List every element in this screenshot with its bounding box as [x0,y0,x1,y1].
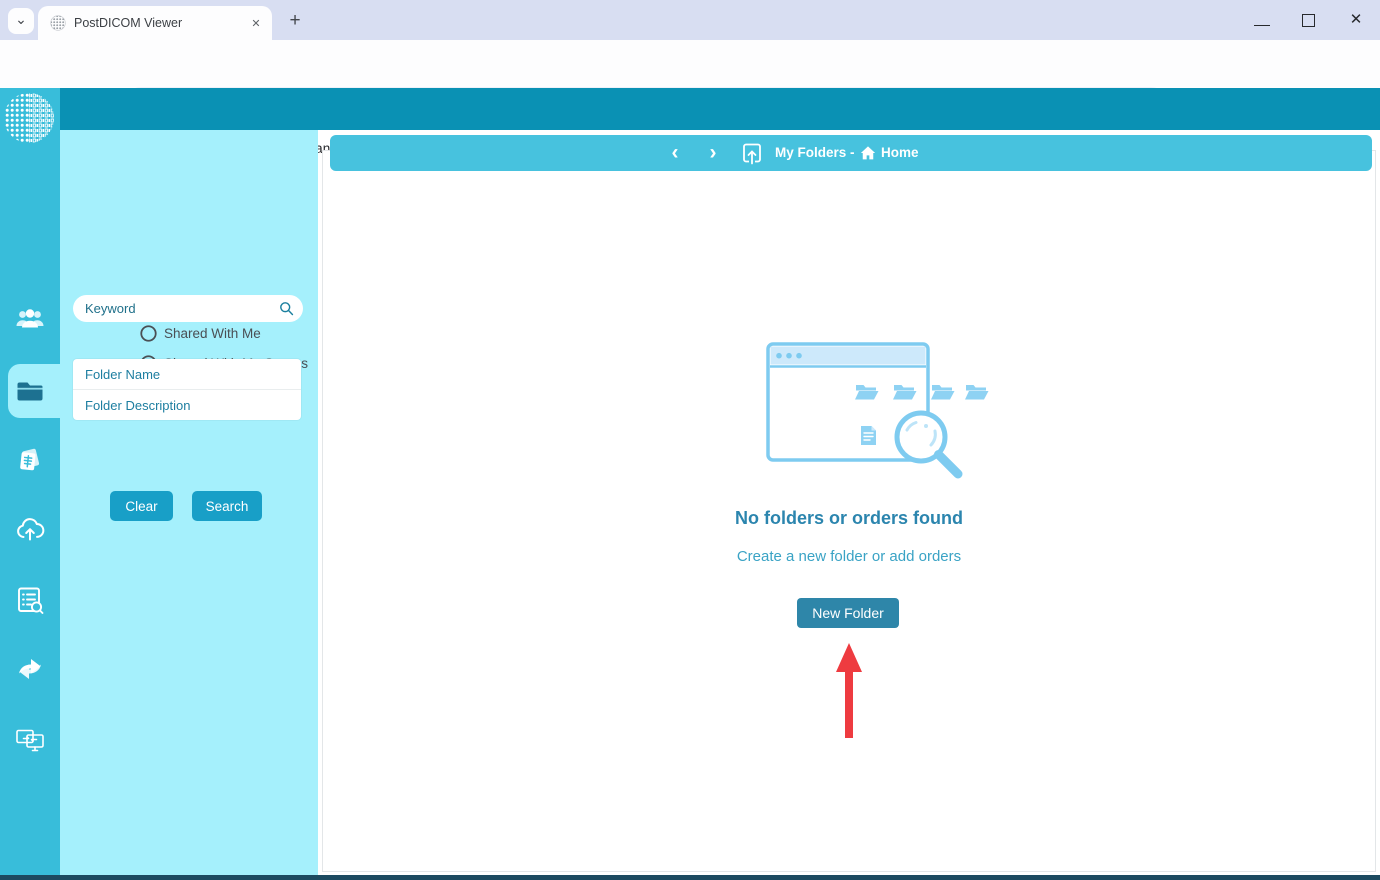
move-up-folder-icon[interactable] [740,141,764,165]
imaging-studies-icon[interactable] [14,444,46,476]
cloud-upload-icon[interactable] [14,513,46,545]
search-icon[interactable] [278,300,295,317]
browser-tab[interactable]: PostDICOM Viewer ✕ [38,6,272,40]
folder-filter-fields [73,359,301,420]
document-glyph [861,426,876,445]
search-button[interactable]: Search [192,491,262,521]
empty-state-subtitle: Create a new folder or add orders [322,548,1376,565]
empty-folders-illustration [766,338,994,488]
magnifier-glyph [897,413,958,474]
order-search-icon[interactable] [14,584,46,616]
breadcrumb-path[interactable]: My Folders - [775,145,855,160]
empty-state-title: No folders or orders found [322,508,1376,529]
postdicom-favicon [50,15,66,31]
share-sync-icon[interactable] [14,653,46,685]
app-header: postDICOM Folders [0,88,1380,130]
app-bottom-border [0,875,1380,880]
home-icon[interactable] [859,144,877,162]
patients-group-icon[interactable] [14,302,46,334]
filter-shared-with-me[interactable]: Shared With Me [140,323,261,343]
keyword-search-box [73,295,303,322]
breadcrumb-back-icon[interactable]: ‹ [664,141,686,165]
window-maximize-button[interactable] [1302,14,1315,27]
tab-search-button[interactable]: ⌄ [8,8,34,34]
radio-unselected-icon [140,325,157,342]
filter-label: Shared With Me [164,326,261,341]
browser-toolbar: germany.postdicom.com/Viewer/Main ⋮ [0,40,1380,88]
filter-sidebar: My Folders Shared With Me Shared With My… [60,130,318,880]
breadcrumb-home[interactable]: Home [881,145,919,160]
navigation-rail [0,88,60,880]
device-transfer-icon[interactable] [14,723,46,755]
browser-tab-strip: ⌄ PostDICOM Viewer ✕ + ✕ [0,0,1380,40]
new-tab-button[interactable]: + [283,9,307,33]
breadcrumb-forward-icon[interactable]: › [702,141,724,165]
window-close-button[interactable]: ✕ [1348,12,1364,28]
folders-icon[interactable] [14,375,46,407]
window-minimize-button[interactable] [1254,12,1270,26]
tab-close-icon[interactable]: ✕ [248,16,264,32]
new-folder-button[interactable]: New Folder [797,598,899,628]
clear-button[interactable]: Clear [110,491,173,521]
brain-logo-icon [0,88,60,148]
folder-name-field[interactable] [73,359,301,389]
keyword-input[interactable] [85,295,275,322]
tab-title: PostDICOM Viewer [74,16,234,30]
annotation-arrow-up [830,641,868,741]
folder-description-field[interactable] [73,390,301,420]
breadcrumb-bar: ‹ › My Folders - Home [330,135,1372,171]
